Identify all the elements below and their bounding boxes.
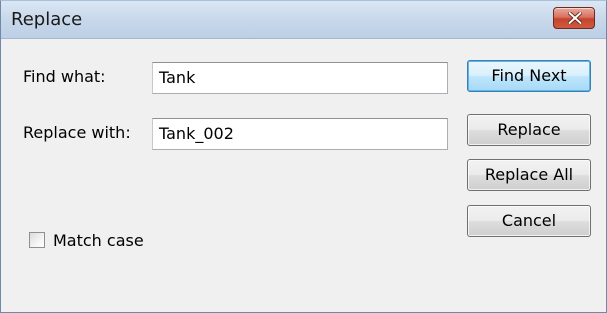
title-bar[interactable]: Replace	[1, 1, 606, 39]
dialog-body: Find what: Tank Replace with: Tank_002 F…	[1, 39, 606, 312]
window-title: Replace	[11, 9, 83, 30]
replace-with-label: Replace with:	[23, 123, 131, 142]
close-icon	[568, 12, 582, 24]
match-case-label[interactable]: Match case	[53, 231, 144, 250]
find-next-button[interactable]: Find Next	[467, 60, 591, 92]
replace-dialog: Replace Find what: Tank Replace with: Ta…	[0, 0, 607, 313]
match-case-checkbox[interactable]	[29, 232, 45, 248]
find-what-input[interactable]: Tank	[152, 62, 448, 94]
replace-all-button[interactable]: Replace All	[467, 159, 591, 191]
close-button[interactable]	[553, 7, 595, 29]
replace-button[interactable]: Replace	[467, 114, 591, 146]
cancel-button[interactable]: Cancel	[467, 205, 591, 237]
find-what-label: Find what:	[23, 67, 106, 86]
replace-with-input[interactable]: Tank_002	[152, 118, 448, 150]
